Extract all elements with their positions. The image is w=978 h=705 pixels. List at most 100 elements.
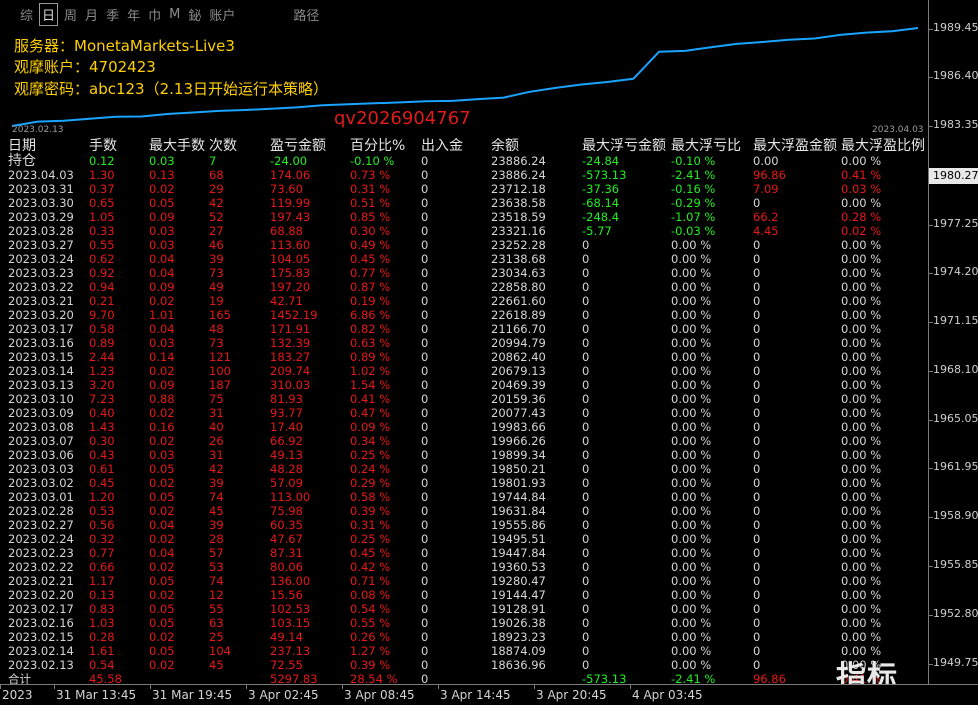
table-cell: 0.13 (149, 168, 175, 182)
table-cell: 48 (209, 322, 224, 336)
table-cell: 0.09 (149, 280, 175, 294)
table-cell: 0 (582, 238, 590, 252)
table-cell: 23034.63 (491, 266, 546, 280)
table-cell: 0 (753, 266, 761, 280)
table-cell: 0.00 % (671, 644, 712, 658)
table-cell: 0.00 % (841, 350, 882, 364)
table-cell: 0.00 % (671, 378, 712, 392)
table-cell: 0 (753, 602, 761, 616)
password-label: 观摩密码：abc123（2.13日开始运行本策略） (14, 80, 328, 98)
y-tick-label: 1977.25 (933, 217, 978, 230)
table-cell: 0 (753, 532, 761, 546)
x-tick-label: 2023 (2, 688, 33, 702)
table-cell: 0.55 (89, 238, 115, 252)
table-cell: 6.86 % (350, 308, 391, 322)
table-cell: -573.13 (582, 672, 627, 684)
table-cell: 0.34 % (350, 434, 391, 448)
table-cell: 19 (209, 294, 224, 308)
table-cell: 2023.03.22 (8, 280, 74, 294)
table-cell: 0.02 (149, 532, 175, 546)
table-cell: 0.00 % (671, 238, 712, 252)
table-cell: 23321.16 (491, 224, 546, 238)
table-cell: 0.00 % (671, 280, 712, 294)
table-cell: 0 (421, 168, 429, 182)
table-cell: 20862.40 (491, 350, 546, 364)
table-row: 2023.03.01 1.20 0.05 74 113.00 0.58 % 0 19744.8… (8, 490, 928, 504)
table-row: 2023.02.16 1.03 0.05 63 103.15 0.55 % 0 19026.3… (8, 616, 928, 630)
table-cell: 104.05 (270, 252, 311, 266)
table-cell: 0.00 % (671, 546, 712, 560)
x-tick-mark (534, 685, 535, 689)
x-tick-mark (630, 685, 631, 689)
table-cell: 0.00 % (671, 490, 712, 504)
table-cell: 0.02 (149, 630, 175, 644)
total-row: 合计 45.58 5297.83 28.54 % 0 -573.13 -2.41 % 96.8… (8, 672, 928, 684)
table-row: 2023.03.14 1.23 0.02 100 209.74 1.02 % 0 20679.… (8, 364, 928, 378)
table-cell: 0.14 (149, 350, 175, 364)
table-cell: 22661.60 (491, 294, 546, 308)
table-cell: 0 (421, 420, 429, 434)
table-cell: 0 (421, 252, 429, 266)
table-cell: 0.82 % (350, 322, 391, 336)
table-cell: 0 (582, 336, 590, 350)
table-row: 2023.02.23 0.77 0.04 57 87.31 0.45 % 0 19447.84… (8, 546, 928, 560)
table-cell: 0 (421, 210, 429, 224)
table-cell: 0 (421, 616, 429, 630)
table-cell: 0 (421, 518, 429, 532)
column-header: 出入金 (421, 138, 463, 154)
table-cell: 0 (753, 546, 761, 560)
table-cell: 0.43 (89, 448, 115, 462)
table-cell: 0 (421, 238, 429, 252)
table-cell: 197.43 (270, 210, 311, 224)
table-cell (209, 672, 270, 684)
table-cell: 132.39 (270, 336, 311, 350)
column-header: 最大手数 (149, 138, 205, 154)
table-cell: 0 (421, 560, 429, 574)
table-cell: 0.03 (149, 224, 175, 238)
table-cell: 0.05 (149, 644, 175, 658)
chart-area[interactable]: 综日周月季年巾 M 鉍账户 路径 服务器：MonetaMarkets-Live3 观摩… (0, 0, 928, 684)
table-row: 2023.03.30 0.65 0.05 42 119.99 0.51 % 0 23638.5… (8, 196, 928, 210)
table-cell: 0.28 % (841, 210, 882, 224)
table-cell: 0.02 (149, 406, 175, 420)
table-cell: 0.05 (149, 616, 175, 630)
table-cell: 0.58 % (350, 490, 391, 504)
table-cell: 174.06 (270, 168, 311, 182)
table-cell: 0 (753, 630, 761, 644)
table-cell: -24.84 (582, 154, 620, 168)
time-axis[interactable]: 2023 31 Mar 13:45 31 Mar 19:45 3 Apr 02:45 3… (0, 684, 978, 705)
price-axis[interactable]: 1989.45 1986.40 1983.35 1977.25 1974.20 1971.… (928, 0, 978, 684)
table-cell: 0.00 % (841, 280, 882, 294)
x-tick-label: 3 Apr 08:45 (344, 688, 415, 702)
table-row: 2023.03.03 0.61 0.05 42 48.28 0.24 % 0 19850.21… (8, 462, 928, 476)
table-cell: 0.85 % (350, 210, 391, 224)
x-tick-label: 3 Apr 02:45 (248, 688, 319, 702)
table-cell: 0.08 % (350, 588, 391, 602)
table-cell: 0.30 (89, 434, 115, 448)
table-cell: 1.61 (89, 644, 115, 658)
table-cell: 0 (421, 350, 429, 364)
table-cell: 0 (753, 420, 761, 434)
table-cell: 0 (421, 490, 429, 504)
table-cell: 2023.03.27 (8, 238, 74, 252)
table-cell: 0.00 % (841, 518, 882, 532)
table-cell: 1.43 (89, 420, 115, 434)
table-cell: 2023.03.28 (8, 224, 74, 238)
table-cell: 96.86 (753, 672, 786, 684)
table-cell: 0.05 (149, 462, 175, 476)
table-cell: 171.91 (270, 322, 311, 336)
table-cell: 57.09 (270, 476, 303, 490)
table-cell: 0.49 % (350, 238, 391, 252)
table-cell: 0.00 % (841, 196, 882, 210)
table-cell: 3.20 (89, 378, 115, 392)
table-cell: 49.14 (270, 630, 303, 644)
table-cell: 0 (753, 308, 761, 322)
table-cell: 0.55 % (350, 616, 391, 630)
table-cell: 75 (209, 392, 224, 406)
table-cell: 0.00 % (841, 630, 882, 644)
table-cell: 45.58 (89, 672, 122, 684)
table-cell: 0.54 (89, 658, 115, 672)
table-cell: 0 (421, 308, 429, 322)
table-cell (149, 672, 209, 684)
table-cell: 0.61 (89, 462, 115, 476)
